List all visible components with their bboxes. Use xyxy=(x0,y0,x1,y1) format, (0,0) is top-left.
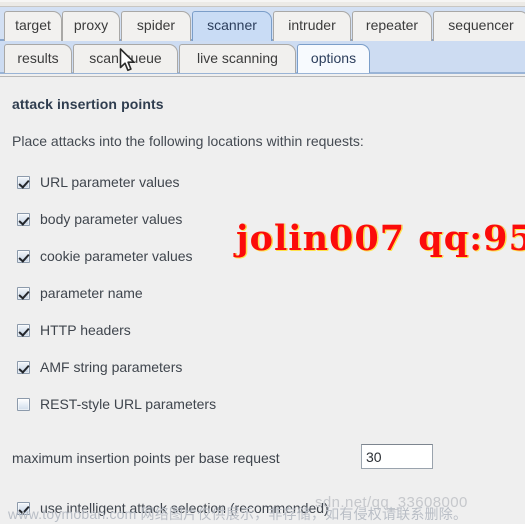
tab-scan-queue[interactable]: scan queue xyxy=(73,44,178,73)
checkbox-amf-string-parameters[interactable] xyxy=(17,360,30,374)
checkbox-label: URL parameter values xyxy=(40,174,180,190)
checkbox-label: body parameter values xyxy=(40,211,183,227)
secondary-tab-bar: results scan queue live scanning options xyxy=(0,41,525,74)
tab-label: results xyxy=(17,50,59,66)
checkbox-label: REST-style URL parameters xyxy=(40,396,217,412)
tab-label: scanner xyxy=(207,17,257,33)
primary-tab-bar: target proxy spider scanner intruder rep… xyxy=(0,7,525,41)
checkbox-row-url-parameter-values[interactable]: URL parameter values xyxy=(17,172,180,192)
options-panel: attack insertion points Place attacks in… xyxy=(0,76,525,522)
tab-label: spider xyxy=(136,17,176,33)
tab-label: proxy xyxy=(73,17,109,33)
checkbox-row-rest-style-url-parameters[interactable]: REST-style URL parameters xyxy=(17,394,216,414)
tab-label: options xyxy=(310,50,357,66)
tab-options[interactable]: options xyxy=(297,44,370,73)
application-window: target proxy spider scanner intruder rep… xyxy=(0,0,525,522)
tab-repeater[interactable]: repeater xyxy=(352,11,432,41)
checkbox-url-parameter-values[interactable] xyxy=(17,175,30,189)
checkbox-label: HTTP headers xyxy=(40,322,131,338)
checkbox-rest-style-url-parameters[interactable] xyxy=(17,397,30,411)
checkbox-label: AMF string parameters xyxy=(40,359,183,375)
section-title: attack insertion points xyxy=(12,96,164,112)
tab-label: live scanning xyxy=(197,50,278,66)
max-insertion-points-input[interactable] xyxy=(361,444,433,469)
checkbox-row-amf-string-parameters[interactable]: AMF string parameters xyxy=(17,357,182,377)
tab-live-scanning[interactable]: live scanning xyxy=(179,44,296,73)
red-watermark-text: jolin007 qq:95 xyxy=(236,218,525,259)
checkbox-label: parameter name xyxy=(40,285,143,301)
section-description: Place attacks into the following locatio… xyxy=(12,133,364,149)
checkbox-label: cookie parameter values xyxy=(40,248,193,264)
tab-label: scan queue xyxy=(89,50,162,66)
tab-label: sequencer xyxy=(448,17,514,33)
tab-label: repeater xyxy=(365,17,419,33)
tab-results[interactable]: results xyxy=(4,44,72,73)
window-top-edge xyxy=(0,0,525,7)
tab-spider[interactable]: spider xyxy=(121,11,191,41)
tab-label: intruder xyxy=(288,17,336,33)
checkbox-parameter-name[interactable] xyxy=(17,286,30,300)
toymoban-watermark-text: www.toymoban.com 网络图片仅供展示，非存储，如有侵权请联系删除。 xyxy=(8,506,468,522)
checkbox-row-parameter-name[interactable]: parameter name xyxy=(17,283,143,303)
checkbox-http-headers[interactable] xyxy=(17,323,30,337)
checkbox-body-parameter-values[interactable] xyxy=(17,212,30,226)
tab-proxy[interactable]: proxy xyxy=(62,11,120,41)
checkbox-row-body-parameter-values[interactable]: body parameter values xyxy=(17,209,182,229)
max-insertion-points-label: maximum insertion points per base reques… xyxy=(12,450,280,466)
tab-sequencer[interactable]: sequencer xyxy=(433,11,525,41)
tab-scanner[interactable]: scanner xyxy=(192,11,272,41)
tab-label: target xyxy=(15,17,51,33)
tab-intruder[interactable]: intruder xyxy=(273,11,351,41)
checkbox-cookie-parameter-values[interactable] xyxy=(17,249,30,263)
checkbox-row-cookie-parameter-values[interactable]: cookie parameter values xyxy=(17,246,193,266)
checkbox-row-http-headers[interactable]: HTTP headers xyxy=(17,320,131,340)
tab-target[interactable]: target xyxy=(4,11,62,41)
